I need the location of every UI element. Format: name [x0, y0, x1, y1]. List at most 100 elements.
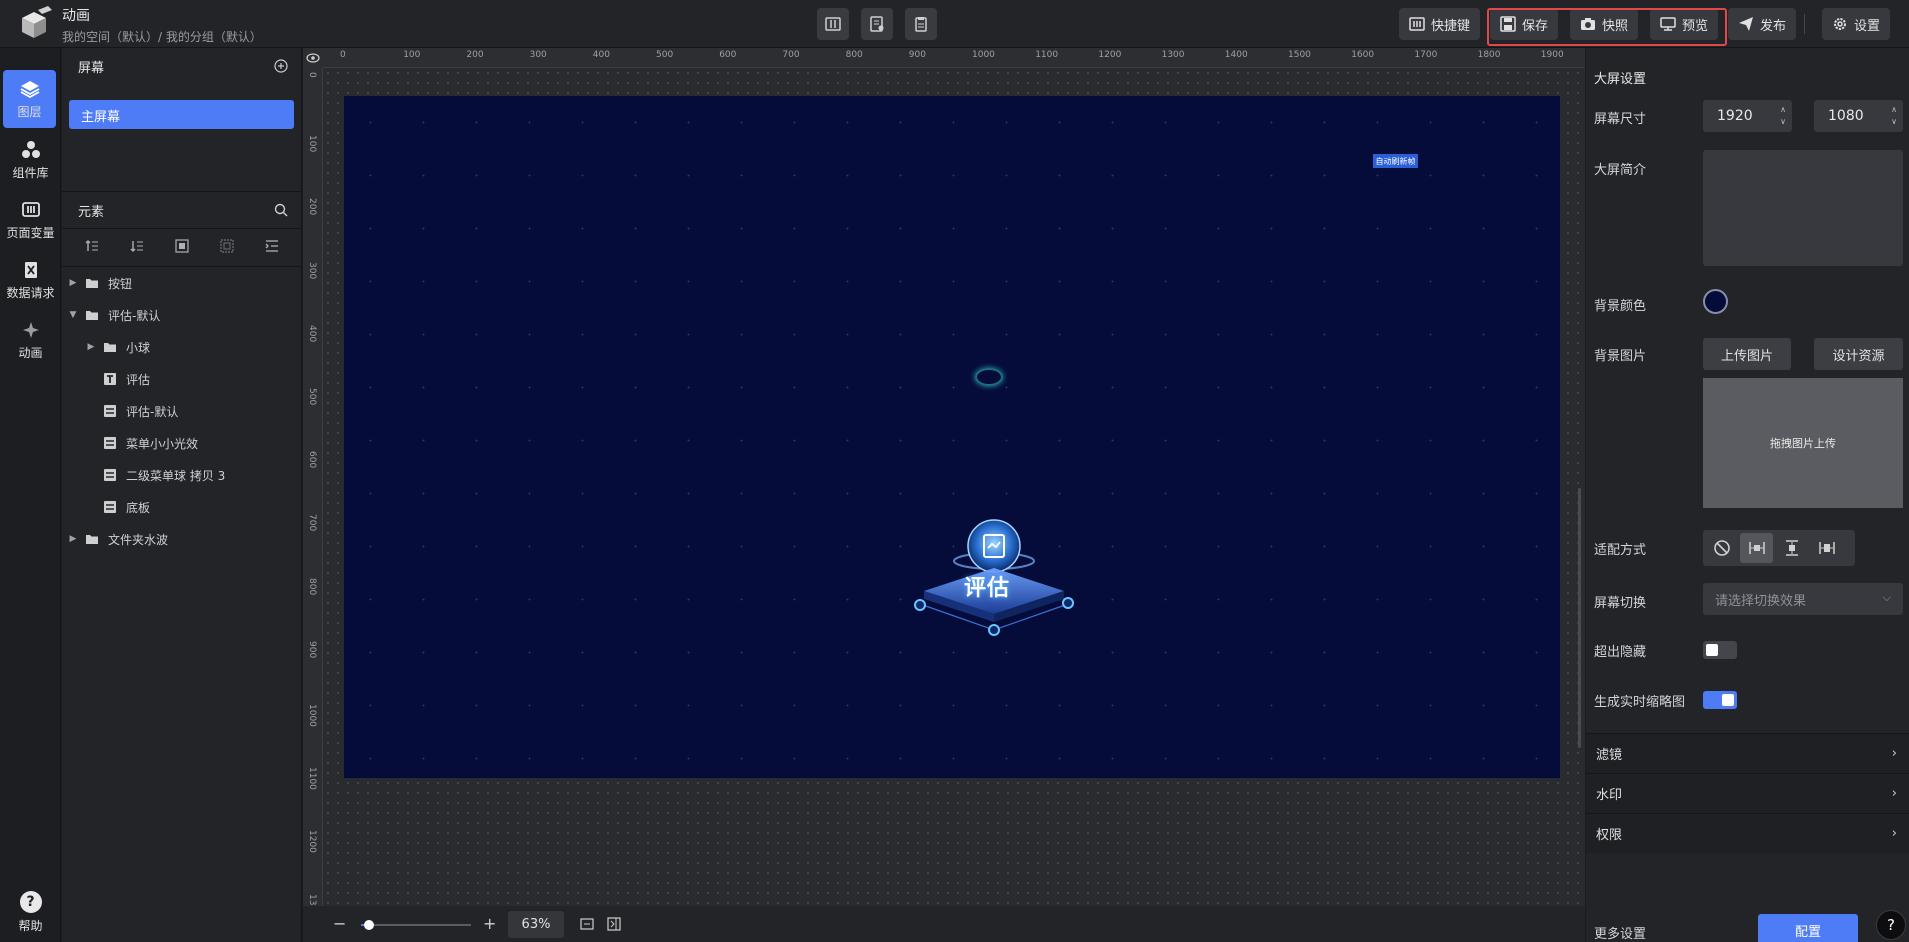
tree-item[interactable]: ▶ 文件夹水波: [62, 523, 302, 555]
clipboard-icon: [915, 17, 927, 32]
move-up-icon[interactable]: [84, 238, 100, 254]
tree-item[interactable]: 二级菜单球 拷贝 3: [62, 459, 302, 491]
fit-height-icon[interactable]: [1775, 533, 1808, 563]
caret-down-icon[interactable]: ▼: [68, 310, 78, 320]
tree-item[interactable]: 底板: [62, 491, 302, 523]
thumbnail-toggle[interactable]: [1703, 691, 1737, 709]
fit-stretch-icon[interactable]: [1810, 533, 1843, 563]
nav-animation-label: 动画: [18, 345, 43, 360]
vertical-ruler[interactable]: 0 100 200 300 400 500 600 700 800 900 1000 1100 1200…: [303, 48, 323, 942]
nav-layers[interactable]: 图层: [3, 70, 56, 128]
tree-item[interactable]: 菜单小小光效: [62, 427, 302, 459]
settings-button[interactable]: 设置: [1822, 8, 1891, 40]
filter-label: 滤镜: [1596, 748, 1623, 763]
preview-button[interactable]: 预览: [1650, 8, 1719, 40]
ruler-tick-label: 0: [307, 72, 317, 78]
toggle-knob: [1722, 694, 1734, 706]
eye-icon[interactable]: [303, 48, 323, 68]
fit-width-icon[interactable]: [1740, 533, 1773, 563]
zoom-in-icon[interactable]: +: [483, 914, 496, 933]
document-button[interactable]: [861, 8, 893, 40]
nav-help-label: 帮助: [18, 919, 43, 933]
screen-item-main[interactable]: 主屏幕: [69, 100, 294, 129]
elements-title: 元素: [78, 204, 105, 220]
publish-button[interactable]: 发布: [1728, 8, 1797, 40]
bg-color-swatch[interactable]: [1703, 289, 1728, 314]
ruler-tick-label: 700: [782, 50, 800, 60]
height-input[interactable]: 1080 ∧ ∨: [1814, 100, 1903, 132]
config-button[interactable]: 配置: [1758, 914, 1858, 942]
tree-item[interactable]: ▶ 小球: [62, 331, 302, 363]
nav-help[interactable]: ? 帮助: [0, 891, 61, 934]
zoom-slider-track[interactable]: [361, 924, 471, 926]
nav-data-request[interactable]: 数据请求: [0, 250, 61, 310]
tree-item-label: 菜单小小光效: [126, 436, 199, 451]
project-title: 动画: [62, 8, 90, 24]
tree-item-label: 评估-默认: [108, 308, 161, 323]
small-ball-element[interactable]: [975, 368, 1003, 386]
screens-header: 屏幕: [62, 48, 302, 84]
move-down-icon[interactable]: [129, 238, 145, 254]
nav-animation[interactable]: 动画: [0, 310, 61, 370]
upload-image-button[interactable]: 上传图片: [1703, 338, 1791, 370]
ruler-tick-label: 800: [845, 50, 863, 60]
screen-switch-select[interactable]: 请选择切换效果 ⌵: [1703, 583, 1903, 615]
settings-label: 设置: [1854, 18, 1881, 34]
zoom-slider-knob[interactable]: [363, 920, 374, 930]
evaluate-widget[interactable]: 评估: [904, 506, 1084, 676]
shortcut-button[interactable]: 快捷键: [1399, 8, 1481, 40]
breadcrumb[interactable]: 我的空间（默认）/ 我的分组（默认）: [62, 28, 262, 45]
add-screen-icon[interactable]: [272, 57, 290, 75]
fit-mode-label: 适配方式: [1594, 543, 1647, 558]
ruler-tick-label: 900: [908, 50, 926, 60]
nav-variables[interactable]: 页面变量: [0, 190, 61, 250]
caret-right-icon[interactable]: ▶: [86, 342, 96, 352]
vertical-scrollbar[interactable]: [1578, 488, 1581, 748]
intro-textarea[interactable]: [1703, 150, 1903, 266]
horizontal-ruler[interactable]: 0 100 200 300 400 500 600 700 800 900 1000 1100 1200…: [303, 48, 1585, 68]
ruler-tick-label: 200: [466, 50, 484, 60]
overflow-hidden-label: 超出隐藏: [1594, 645, 1647, 660]
align-toggle-button[interactable]: [817, 8, 849, 40]
watermark-section[interactable]: 水印 ›: [1586, 773, 1909, 813]
elements-header: 元素: [62, 192, 302, 228]
nav-components[interactable]: 组件库: [0, 130, 61, 190]
no-fit-icon[interactable]: [1705, 533, 1738, 563]
auto-refresh-tag[interactable]: 自动刷新帧: [1373, 154, 1418, 168]
tree-item[interactable]: 评估: [62, 363, 302, 395]
screen-canvas[interactable]: 自动刷新帧 评估: [344, 96, 1560, 778]
width-stepper[interactable]: ∧ ∨: [1780, 104, 1786, 128]
permission-section[interactable]: 权限 ›: [1586, 813, 1909, 853]
gear-icon: [1834, 18, 1846, 30]
clipboard-button[interactable]: [905, 8, 937, 40]
image-drop-zone[interactable]: 拖拽图片上传: [1703, 378, 1903, 508]
caret-right-icon[interactable]: ▶: [68, 534, 78, 544]
save-button[interactable]: 保存: [1490, 8, 1559, 40]
collapse-panel-icon[interactable]: [606, 916, 622, 932]
tree-item[interactable]: ▶ 按钮: [62, 267, 302, 299]
group-icon[interactable]: [174, 238, 190, 254]
zoom-value[interactable]: 63%: [508, 911, 564, 938]
fit-screen-icon[interactable]: [579, 916, 595, 932]
app-logo-icon[interactable]: [14, 4, 54, 44]
width-input[interactable]: 1920 ∧ ∨: [1703, 100, 1792, 132]
search-icon[interactable]: [272, 201, 290, 219]
zoom-out-icon[interactable]: −: [333, 914, 346, 933]
tree-item[interactable]: ▼ 评估-默认: [62, 299, 302, 331]
ruler-tick-label: 400: [307, 324, 317, 342]
ruler-tick-label: 0: [340, 50, 346, 60]
height-stepper[interactable]: ∧ ∨: [1891, 104, 1897, 128]
design-resource-button[interactable]: 设计资源: [1814, 338, 1903, 370]
overflow-hidden-toggle[interactable]: [1703, 641, 1737, 659]
canvas-area[interactable]: 0 100 200 300 400 500 600 700 800 900 1000 1100 1200…: [303, 48, 1585, 942]
help-fab-icon[interactable]: ?: [1876, 910, 1906, 940]
more-settings-label: 更多设置: [1594, 927, 1647, 942]
document-icon: [870, 16, 884, 32]
snapshot-button[interactable]: 快照: [1570, 8, 1639, 40]
caret-right-icon[interactable]: ▶: [68, 278, 78, 288]
animation-icon: [22, 321, 39, 338]
ungroup-icon[interactable]: [219, 238, 235, 254]
filter-section[interactable]: 滤镜 ›: [1586, 733, 1909, 773]
tree-item[interactable]: 评估-默认: [62, 395, 302, 427]
indent-icon[interactable]: [264, 238, 280, 254]
